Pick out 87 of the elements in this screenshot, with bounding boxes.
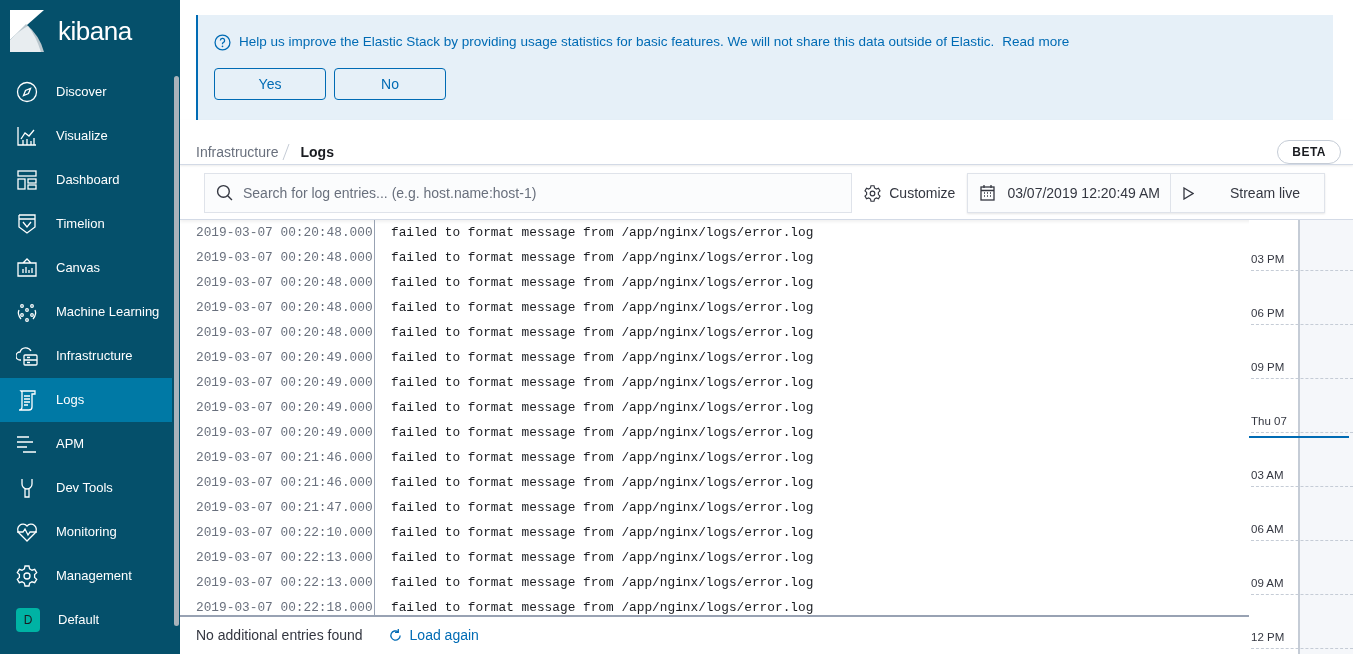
log-message: failed to format message from /app/nginx/logs/error.log	[390, 448, 814, 467]
log-message: failed to format message from /app/nginx/logs/error.log	[390, 573, 814, 592]
log-message: failed to format message from /app/nginx/logs/error.log	[390, 498, 814, 517]
log-message: failed to format message from /app/nginx/logs/error.log	[390, 548, 814, 567]
log-message: failed to format message from /app/nginx/logs/error.log	[390, 423, 814, 442]
timestamp-cell: 2019-03-07 00:20:48.000	[180, 295, 375, 320]
timestamp-cell: 2019-03-07 00:22:13.000	[180, 570, 375, 595]
breadcrumb: Logs	[300, 142, 334, 162]
sidebar-item[interactable]: Logs	[0, 378, 172, 422]
timeline-minimap[interactable]: 03 PM 06 PM 09 PM Thu 07 03 AM 06 AM 09 AM 12 PM	[1249, 220, 1353, 654]
help-icon	[214, 33, 231, 51]
no-button[interactable]: No	[334, 68, 446, 101]
space-avatar: D	[16, 608, 40, 632]
log-message: failed to format message from /app/nginx/logs/error.log	[390, 598, 814, 615]
callout-message: Help us improve the Elastic Stack by providing usage statistics for basic features. We will not share this data outside of Elastic.	[239, 33, 995, 51]
play-icon	[1182, 186, 1194, 200]
sidebar-item[interactable]: Timelion	[0, 202, 172, 246]
gear-icon	[16, 565, 38, 587]
status-text: No additional entries found	[196, 626, 363, 645]
calendar-icon	[980, 185, 996, 201]
chart-icon	[16, 125, 38, 147]
timestamp-cell: 2019-03-07 00:21:46.000	[180, 445, 375, 470]
sidebar-item[interactable]: Machine Learning	[0, 290, 172, 334]
timeline-tick-label: 03 PM	[1251, 251, 1353, 272]
scroll-icon	[16, 389, 38, 411]
log-message: failed to format message from /app/nginx/logs/error.log	[390, 298, 814, 317]
timestamp-cell: 2019-03-07 00:20:49.000	[180, 395, 375, 420]
breadcrumb[interactable]: Infrastructure	[196, 141, 279, 163]
log-message: failed to format message from /app/nginx/logs/error.log	[390, 348, 814, 367]
timeline-tick-label: 06 PM	[1251, 305, 1353, 326]
log-message: failed to format message from /app/nginx/logs/error.log	[390, 398, 814, 417]
sidebar-item[interactable]: Discover	[0, 70, 172, 114]
refresh-icon	[388, 629, 402, 642]
sidebar-item[interactable]: APM	[0, 422, 172, 466]
log-message: failed to format message from /app/nginx/logs/error.log	[390, 248, 814, 267]
timestamp-cell: 2019-03-07 00:20:48.000	[180, 320, 375, 345]
nodes-icon	[16, 301, 38, 323]
timestamp-cell: 2019-03-07 00:22:13.000	[180, 545, 375, 570]
timestamp-cell: 2019-03-07 00:20:49.000	[180, 420, 375, 445]
timestamp-cell: 2019-03-07 00:20:48.000	[180, 220, 375, 245]
timeline-tick-label: 09 AM	[1251, 575, 1353, 596]
shield-icon	[16, 213, 38, 235]
log-message: failed to format message from /app/nginx/logs/error.log	[390, 373, 814, 392]
timestamp-cell: 2019-03-07 00:21:47.000	[180, 495, 375, 520]
timeline-tick-label: 09 PM	[1251, 359, 1353, 380]
sidebar-item[interactable]: Visualize	[0, 114, 172, 158]
breadcrumb-separator-icon	[282, 143, 291, 161]
scrollbar[interactable]	[174, 76, 179, 626]
sidebar-item[interactable]: Dashboard	[0, 158, 172, 202]
compass-icon	[16, 81, 38, 103]
search-field[interactable]: Search for log entries... (e.g. host.name:host-1)	[204, 173, 853, 213]
log-message: failed to format message from /app/nginx/logs/error.log	[390, 323, 814, 342]
cloud-server-icon	[16, 345, 38, 367]
heart-pulse-icon	[16, 521, 38, 543]
stream-live-button[interactable]: Stream live	[1170, 174, 1324, 212]
timestamp-cell: 2019-03-07 00:20:48.000	[180, 270, 375, 295]
sidebar-item[interactable]: Monitoring	[0, 510, 172, 554]
easel-icon	[16, 257, 38, 279]
timeline-tick-label: 06 AM	[1251, 521, 1353, 542]
timestamp-cell: 2019-03-07 00:22:18.000	[180, 595, 375, 615]
gear-icon	[864, 184, 882, 202]
timeline-tick-label: 03 AM	[1251, 467, 1353, 488]
timestamp-cell: 2019-03-07 00:20:49.000	[180, 370, 375, 395]
date-picker-button[interactable]: 03/07/2019 12:20:49 AM	[968, 174, 1171, 212]
sidebar-item[interactable]: Management	[0, 554, 172, 598]
sidebar-item[interactable]: Canvas	[0, 246, 172, 290]
timestamp-cell: 2019-03-07 00:21:46.000	[180, 470, 375, 495]
sidebar-item[interactable]: Dev Tools	[0, 466, 172, 510]
timestamp-cell: 2019-03-07 00:20:48.000	[180, 245, 375, 270]
log-message: failed to format message from /app/nginx/logs/error.log	[390, 273, 814, 292]
log-message: failed to format message from /app/nginx/logs/error.log	[390, 473, 814, 492]
log-message: failed to format message from /app/nginx/logs/error.log	[390, 523, 814, 542]
kibana-logo-icon	[10, 10, 44, 52]
timeline-tick-label: Thu 07	[1251, 413, 1353, 434]
sidebar-item[interactable]: Infrastructure	[0, 334, 172, 378]
timestamp-cell: 2019-03-07 00:20:49.000	[180, 345, 375, 370]
lines-icon	[16, 433, 38, 455]
yes-button[interactable]: Yes	[214, 68, 326, 101]
timestamp-cell: 2019-03-07 00:22:10.000	[180, 520, 375, 545]
app-logo-text: kibana	[58, 14, 132, 48]
dashboard-icon	[16, 169, 38, 191]
read-more-link[interactable]: Read more	[1002, 32, 1070, 53]
customize-button[interactable]: Customize	[862, 182, 958, 204]
log-message: failed to format message from /app/nginx/logs/error.log	[390, 223, 814, 242]
load-again-link[interactable]: Load again	[388, 625, 479, 646]
sidebar-item[interactable]: D Default	[0, 598, 172, 642]
timeline-tick-label: 12 PM	[1251, 629, 1353, 650]
